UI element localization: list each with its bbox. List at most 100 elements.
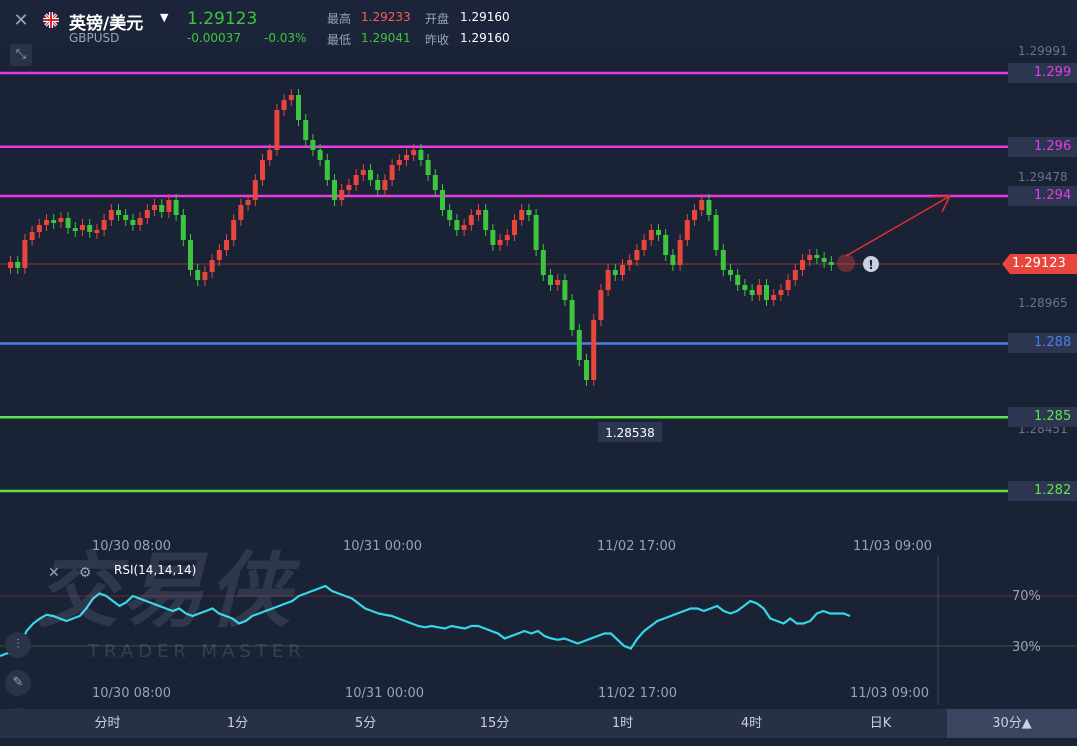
gear-icon[interactable]: ⚙ [79, 565, 92, 581]
candle-body [353, 175, 359, 185]
candle-body [29, 232, 35, 240]
info-icon-glyph: ! [868, 258, 873, 272]
candle-body [368, 170, 373, 180]
candle-body [713, 215, 719, 250]
time-axis-label: 10/31 00:00 [343, 539, 423, 554]
level-tag-label: 1.296 [1034, 138, 1072, 154]
candle-body [389, 165, 395, 180]
candle-body [310, 140, 316, 150]
tab-timeframe-15m[interactable]: 15分 [457, 709, 532, 738]
tab-timeframe-1m[interactable]: 1分 [200, 709, 275, 738]
price-change: -0.00037 [187, 31, 241, 45]
candle-body [447, 210, 453, 220]
candle-body [382, 180, 388, 190]
close-icon[interactable]: ✕ [48, 565, 60, 581]
candle-body [627, 260, 633, 265]
candle-body [828, 262, 834, 265]
candle-body [670, 255, 676, 265]
time-axis-label: 11/02 17:00 [597, 539, 677, 554]
tab-timeframe-5m[interactable]: 5分 [328, 709, 403, 738]
rsi-time-axis-label: 11/03 09:00 [850, 686, 930, 701]
tab-timeframe-1h[interactable]: 1时 [585, 709, 660, 738]
candle-body [195, 270, 201, 280]
candle-body [8, 262, 13, 268]
rsi-time-axis-label: 10/31 00:00 [345, 686, 425, 701]
level-tag-label: 1.282 [1034, 483, 1072, 498]
candle-body [490, 230, 496, 245]
candle-body [800, 260, 805, 270]
candle-body [720, 250, 726, 270]
candle-body [51, 220, 57, 223]
candle-body [44, 220, 49, 225]
candle-body [65, 218, 71, 228]
level-tag-label: 1.299 [1034, 65, 1072, 80]
candle-body [202, 272, 208, 280]
current-price-label: 1.29123 [1012, 256, 1066, 271]
chevron-down-icon[interactable]: ▼ [160, 11, 168, 24]
candle-body [180, 215, 186, 240]
rsi-time-axis-label: 11/02 17:00 [598, 686, 678, 701]
candle-body [144, 210, 150, 218]
candle-body [461, 225, 467, 230]
candle-body [526, 210, 532, 215]
candle-body [15, 262, 21, 268]
candle-body [396, 160, 402, 165]
rsi-level-30-label: 30% [1012, 640, 1041, 655]
candle-body [58, 218, 64, 222]
candle-body [591, 320, 597, 380]
candle-body [684, 220, 690, 240]
candle-body [188, 240, 193, 270]
candle-body [332, 180, 337, 200]
candle-body [504, 235, 510, 240]
candle-body [440, 190, 445, 210]
timeframe-bar: 分时 1分 5分 15分 1时 4时 日K 30分▲ [0, 709, 1077, 738]
level-tag-label: 1.294 [1034, 187, 1072, 203]
price-axis-tick: 1.29991 [1018, 44, 1068, 58]
level-tag-label: 1.288 [1034, 335, 1072, 351]
candle-body [756, 285, 762, 295]
pencil-icon[interactable]: ✎ [5, 670, 31, 696]
rsi-level-70-label: 70% [1012, 589, 1041, 604]
rsi-time-axis-label: 10/30 08:00 [92, 686, 172, 701]
candle-body [296, 95, 301, 120]
candle-body [807, 255, 813, 260]
price-change-percent: -0.03% [264, 31, 307, 45]
open-value: 1.29160 [460, 10, 510, 24]
candle-body [699, 200, 705, 210]
candle-body [425, 160, 431, 175]
candle-body [476, 210, 481, 215]
candle-body [137, 218, 143, 225]
candle-body [418, 150, 424, 160]
tab-timeframe-tick[interactable]: 分时 [70, 709, 145, 738]
candle-body [260, 160, 265, 180]
candle-body [634, 250, 640, 260]
candle-body [94, 230, 100, 233]
candle-body [101, 220, 107, 230]
rsi-indicator-label[interactable]: RSI(14,14,14) [114, 563, 196, 577]
candle-body [123, 215, 129, 220]
candle-body [252, 180, 258, 200]
candle-body [576, 330, 582, 360]
indicator-icon[interactable]: ⫶ [5, 632, 31, 658]
tab-timeframe-day[interactable]: 日K [843, 709, 918, 738]
candle-body [778, 290, 784, 295]
candle-body [209, 260, 215, 272]
open-label: 开盘 [425, 12, 450, 26]
candle-body [612, 270, 618, 275]
tab-timeframe-30m[interactable]: 30分▲ [947, 709, 1077, 738]
candle-body [512, 220, 517, 235]
candle-body [605, 270, 611, 290]
candle-body [216, 250, 222, 260]
candle-body [72, 228, 78, 231]
trend-arrow-line[interactable] [845, 195, 951, 257]
candle-body [519, 210, 525, 220]
candle-body [548, 275, 553, 285]
candle-body [22, 240, 28, 268]
candle-body [814, 255, 820, 258]
current-price-glow [837, 254, 855, 272]
tab-timeframe-4h[interactable]: 4时 [714, 709, 789, 738]
candle-body [411, 150, 417, 155]
close-icon[interactable]: ✕ [10, 10, 32, 32]
candle-body [497, 240, 503, 245]
candle-body [108, 210, 114, 220]
